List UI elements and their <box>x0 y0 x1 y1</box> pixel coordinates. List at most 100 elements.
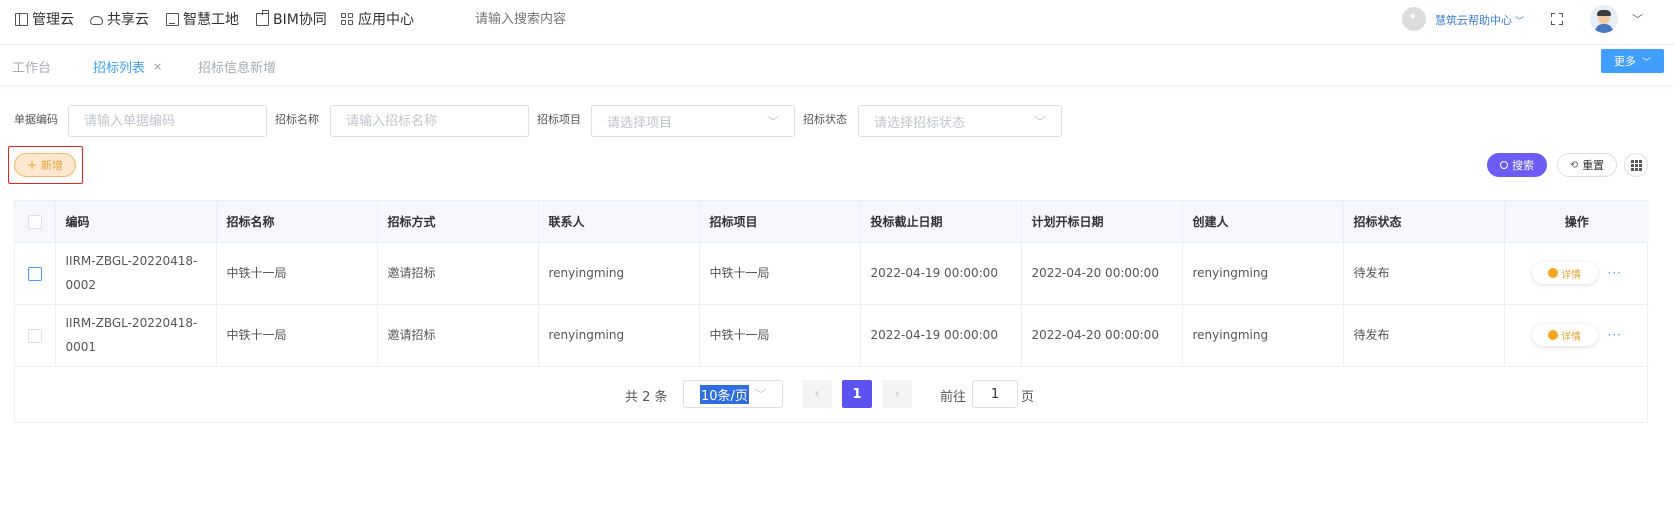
project-filter-select[interactable]: 请选择项目 ﹀ <box>591 105 795 137</box>
more-button-label: 更多 <box>1613 55 1636 68</box>
reset-button-label: 重置 <box>1582 159 1605 172</box>
row-checkbox[interactable] <box>27 328 42 343</box>
bim-icon <box>256 9 269 26</box>
tab-label: 招标信息新增 <box>198 61 277 76</box>
column-header: 创建人 <box>1182 201 1344 243</box>
action-cell: 详情 ··· <box>1504 242 1649 305</box>
page-size-select[interactable]: 10条/页 ﹀ <box>683 380 783 408</box>
column-header: 招标名称 <box>216 201 378 243</box>
column-header: 招标项目 <box>699 201 861 243</box>
deadline-cell: 2022-04-19 00:00:00 <box>860 304 1022 367</box>
deadline-cell: 2022-04-19 00:00:00 <box>860 242 1022 305</box>
page-size-value: 10条/页 <box>700 384 749 404</box>
row-select-cell <box>15 242 56 305</box>
help-avatar[interactable] <box>1402 7 1426 31</box>
column-header: 投标截止日期 <box>860 201 1022 243</box>
table-row: IIRM-ZBGL-20220418-0002 中铁十一局 邀请招标 renyi… <box>15 242 1649 305</box>
code-filter-label: 单据编码 <box>14 113 58 126</box>
user-avatar[interactable] <box>1590 5 1618 33</box>
add-button-label: 新增 <box>41 159 64 172</box>
nav-item-bim[interactable]: BIM协同 <box>256 9 327 29</box>
nav-item-label: BIM协同 <box>273 12 327 28</box>
column-header: 招标状态 <box>1343 201 1505 243</box>
code-filter-input[interactable] <box>68 105 267 137</box>
fullscreen-icon[interactable] <box>1551 13 1563 25</box>
action-cell: 详情 ··· <box>1504 304 1649 367</box>
code-cell: IIRM-ZBGL-20220418-0002 <box>55 242 217 305</box>
name-cell: 中铁十一局 <box>216 242 378 305</box>
reset-button[interactable]: ⟲ 重置 <box>1557 153 1617 177</box>
help-center-label: 慧筑云帮助中心 <box>1435 14 1512 27</box>
contact-cell: renyingming <box>538 242 700 305</box>
global-search-input[interactable] <box>475 10 635 28</box>
detail-button[interactable]: 详情 <box>1531 324 1598 347</box>
chevron-down-icon: ﹀ <box>755 388 766 401</box>
chevron-down-icon[interactable]: ﹀ <box>1632 11 1643 27</box>
close-icon[interactable]: × <box>153 60 162 73</box>
contact-cell: renyingming <box>538 304 700 367</box>
tab-label: 招标列表 <box>93 61 146 76</box>
table-row: IIRM-ZBGL-20220418-0001 中铁十一局 邀请招标 renyi… <box>15 304 1649 367</box>
tab-label: 工作台 <box>12 61 52 76</box>
name-cell: 中铁十一局 <box>216 304 378 367</box>
select-all-cell <box>15 201 56 243</box>
chevron-left-icon: ‹ <box>814 386 820 402</box>
status-filter-placeholder: 请选择招标状态 <box>874 115 966 131</box>
nav-item-shared-cloud[interactable]: 共享云 <box>90 9 149 29</box>
column-header: 招标方式 <box>377 201 539 243</box>
prev-page-button[interactable]: ‹ <box>802 380 832 408</box>
row-checkbox[interactable] <box>27 266 42 281</box>
column-header: 计划开标日期 <box>1021 201 1183 243</box>
open-date-cell: 2022-04-20 00:00:00 <box>1021 304 1183 367</box>
nav-item-smart-site[interactable]: 智慧工地 <box>166 9 239 29</box>
status-cell: 待发布 <box>1343 304 1505 367</box>
code-cell: IIRM-ZBGL-20220418-0001 <box>55 304 217 367</box>
chevron-down-icon: ﹀ <box>766 114 779 129</box>
column-settings-button[interactable] <box>1624 153 1648 177</box>
plus-icon: + <box>26 158 38 172</box>
tab-bar: 工作台 招标列表 × 招标信息新增 更多 ﹀ <box>0 45 1674 85</box>
goto-page-input[interactable] <box>972 380 1018 408</box>
current-page-button[interactable]: 1 <box>842 380 872 408</box>
nav-item-management-cloud[interactable]: 管理云 <box>15 9 74 29</box>
project-cell: 中铁十一局 <box>699 242 861 305</box>
ellipsis-icon[interactable]: ··· <box>1607 323 1621 347</box>
chevron-down-icon: ﹀ <box>1515 16 1525 27</box>
chevron-down-icon: ﹀ <box>1033 114 1046 129</box>
select-all-checkbox[interactable] <box>27 214 42 229</box>
help-center-link[interactable]: 慧筑云帮助中心 ﹀ <box>1435 12 1524 28</box>
table-header-row: 编码 招标名称 招标方式 联系人 招标项目 投标截止日期 计划开标日期 创建人 … <box>15 201 1649 243</box>
chevron-down-icon: ﹀ <box>1641 57 1651 68</box>
nav-item-app-center[interactable]: 应用中心 <box>341 9 414 29</box>
next-page-button[interactable]: › <box>882 380 912 408</box>
more-button[interactable]: 更多 ﹀ <box>1601 49 1664 73</box>
creator-cell: renyingming <box>1182 242 1344 305</box>
nav-item-label: 智慧工地 <box>183 12 239 28</box>
tab-workbench[interactable]: 工作台 <box>12 57 51 76</box>
pagination-total: 共 2 条 <box>625 390 668 405</box>
ellipsis-icon[interactable]: ··· <box>1607 261 1621 285</box>
add-button[interactable]: + 新增 <box>14 153 76 177</box>
search-button[interactable]: 搜索 <box>1487 153 1547 177</box>
search-icon <box>1500 161 1508 169</box>
nav-item-label: 管理云 <box>32 12 74 28</box>
name-filter-input[interactable] <box>330 105 529 137</box>
tab-tender-add[interactable]: 招标信息新增 <box>198 57 276 76</box>
method-cell: 邀请招标 <box>377 304 539 367</box>
open-date-cell: 2022-04-20 00:00:00 <box>1021 242 1183 305</box>
tab-tender-list[interactable]: 招标列表 × <box>93 57 162 76</box>
nav-item-label: 共享云 <box>107 12 149 28</box>
status-filter-label: 招标状态 <box>803 113 847 126</box>
cloud-icon <box>90 16 103 25</box>
project-filter-placeholder: 请选择项目 <box>607 115 673 131</box>
grid-icon <box>1630 159 1642 171</box>
status-filter-select[interactable]: 请选择招标状态 ﹀ <box>858 105 1062 137</box>
top-navigation: 管理云 共享云 智慧工地 BIM协同 应用中心 慧筑云帮助中心 ﹀ ﹀ <box>0 0 1674 45</box>
goto-label: 前往 <box>940 390 967 405</box>
detail-button-label: 详情 <box>1561 269 1582 281</box>
nav-item-label: 应用中心 <box>358 12 414 28</box>
project-cell: 中铁十一局 <box>699 304 861 367</box>
detail-button[interactable]: 详情 <box>1531 262 1598 285</box>
refresh-icon: ⟲ <box>1569 159 1579 171</box>
row-select-cell <box>15 304 56 367</box>
